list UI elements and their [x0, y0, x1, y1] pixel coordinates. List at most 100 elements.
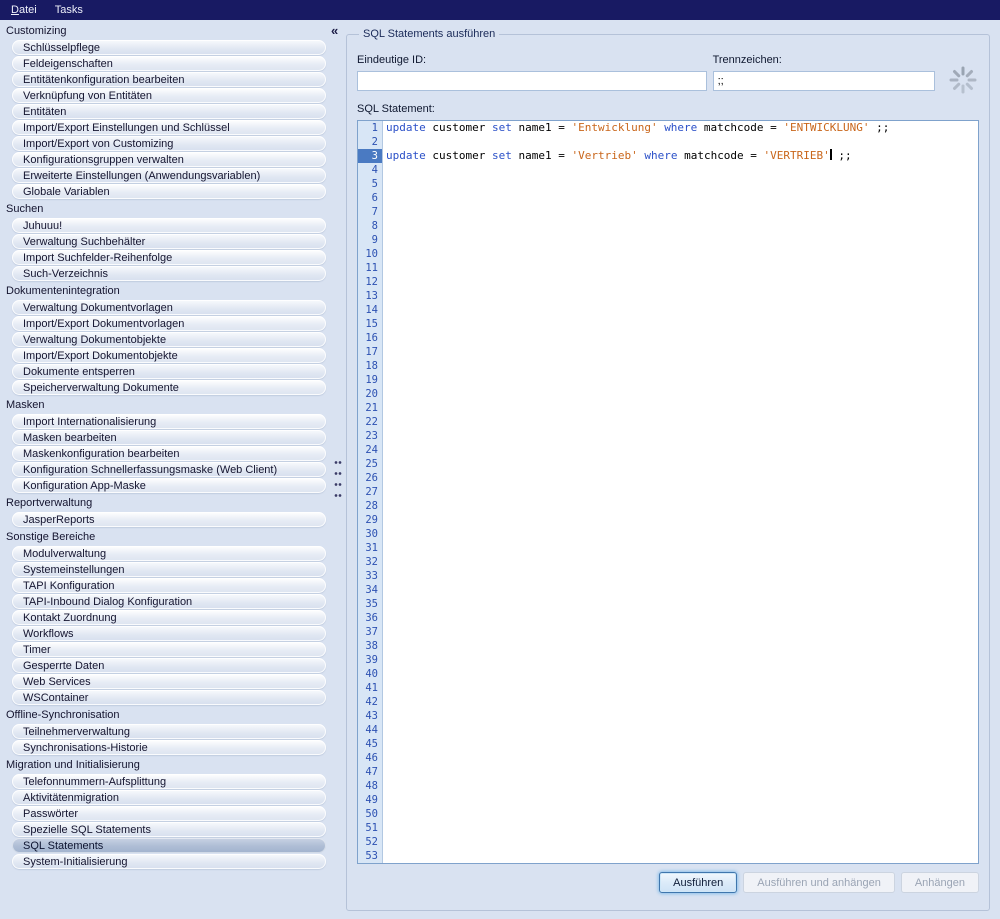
sidebar-item-label: Dokumente entsperren [23, 366, 135, 378]
groupbox-title: SQL Statements ausführen [359, 28, 499, 40]
sidebar-item[interactable]: WSContainer [12, 690, 326, 705]
separator-field: Trennzeichen: [713, 54, 935, 91]
sidebar-item[interactable]: Systemeinstellungen [12, 562, 326, 577]
code-line [386, 275, 978, 289]
sidebar-item-label: Entitäten [23, 106, 66, 118]
sidebar-item[interactable]: Modulverwaltung [12, 546, 326, 561]
sidebar-item[interactable]: Such-Verzeichnis [12, 266, 326, 281]
form-row: Eindeutige ID: Trennzeichen: [357, 54, 979, 91]
code-line [386, 485, 978, 499]
sidebar-item-label: Verwaltung Dokumentvorlagen [23, 302, 173, 314]
menubar: DateiTasks [0, 0, 1000, 20]
code-line [386, 317, 978, 331]
sidebar-item[interactable]: TAPI-Inbound Dialog Konfiguration [12, 594, 326, 609]
sidebar-item[interactable]: Entitäten [12, 104, 326, 119]
code-area[interactable]: update customer set name1 = 'Entwicklung… [383, 121, 978, 863]
sidebar-item[interactable]: Import/Export Dokumentvorlagen [12, 316, 326, 331]
line-number: 17 [358, 345, 382, 359]
code-line [386, 555, 978, 569]
collapse-sidebar-icon[interactable]: « [331, 24, 338, 37]
sidebar-item-label: Customizing [6, 25, 67, 37]
sidebar-item-label: JasperReports [23, 514, 95, 526]
sidebar-item[interactable]: Speicherverwaltung Dokumente [12, 380, 326, 395]
sidebar-item[interactable]: Import/Export Dokumentobjekte [12, 348, 326, 363]
separator-label: Trennzeichen: [713, 54, 935, 66]
line-number: 44 [358, 723, 382, 737]
separator-input[interactable] [713, 71, 935, 91]
sidebar-item[interactable]: Kontakt Zuordnung [12, 610, 326, 625]
sidebar-item[interactable]: Verknüpfung von Entitäten [12, 88, 326, 103]
sidebar-item[interactable]: TAPI Konfiguration [12, 578, 326, 593]
menu-item-datei[interactable]: Datei [2, 2, 46, 18]
code-line [386, 261, 978, 275]
sidebar-item-label: Import/Export Dokumentvorlagen [23, 318, 184, 330]
sidebar-item[interactable]: Import Suchfelder-Reihenfolge [12, 250, 326, 265]
code-line [386, 191, 978, 205]
sidebar-item[interactable]: Masken bearbeiten [12, 430, 326, 445]
sidebar-item[interactable]: Verwaltung Suchbehälter [12, 234, 326, 249]
code-line [386, 695, 978, 709]
line-number: 29 [358, 513, 382, 527]
unique-id-input[interactable] [357, 71, 707, 91]
append-button[interactable]: Anhängen [901, 872, 979, 893]
sidebar-item[interactable]: Timer [12, 642, 326, 657]
sidebar-item[interactable]: Passwörter [12, 806, 326, 821]
sidebar-item-label: Import Internationalisierung [23, 416, 156, 428]
sidebar-item[interactable]: Spezielle SQL Statements [12, 822, 326, 837]
sidebar-item-label: Spezielle SQL Statements [23, 824, 151, 836]
sidebar-item[interactable]: Teilnehmerverwaltung [12, 724, 326, 739]
sidebar-item[interactable]: Juhuuu! [12, 218, 326, 233]
sidebar-item[interactable]: System-Initialisierung [12, 854, 326, 869]
line-number: 48 [358, 779, 382, 793]
sidebar-item[interactable]: Web Services [12, 674, 326, 689]
sidebar-item-label: Verwaltung Dokumentobjekte [23, 334, 166, 346]
sidebar-splitter[interactable]: « [330, 20, 346, 919]
menu-item-tasks[interactable]: Tasks [46, 2, 92, 18]
execute-button[interactable]: Ausführen [659, 872, 737, 893]
line-number: 4 [358, 163, 382, 177]
sidebar-item[interactable]: Feldeigenschaften [12, 56, 326, 71]
sidebar-item[interactable]: Verwaltung Dokumentobjekte [12, 332, 326, 347]
sidebar-item[interactable]: SQL Statements [12, 838, 326, 853]
sidebar-item[interactable]: Aktivitätenmigration [12, 790, 326, 805]
line-number: 30 [358, 527, 382, 541]
sidebar-item[interactable]: Maskenkonfiguration bearbeiten [12, 446, 326, 461]
button-row: Ausführen Ausführen und anhängen Anhänge… [357, 872, 979, 893]
code-line: update customer set name1 = 'Vertrieb' w… [386, 149, 978, 163]
sidebar-item[interactable]: Import/Export von Customizing [12, 136, 326, 151]
line-number: 51 [358, 821, 382, 835]
sidebar-item[interactable]: Telefonnummern-Aufsplittung [12, 774, 326, 789]
sidebar-item[interactable]: Konfiguration Schnellerfassungsmaske (We… [12, 462, 326, 477]
sidebar-item-label: Passwörter [23, 808, 78, 820]
sidebar-item[interactable]: Konfigurationsgruppen verwalten [12, 152, 326, 167]
code-line [386, 429, 978, 443]
code-line [386, 653, 978, 667]
sidebar-item[interactable]: Import Internationalisierung [12, 414, 326, 429]
sidebar-item[interactable]: Entitätenkonfiguration bearbeiten [12, 72, 326, 87]
sidebar-item[interactable]: Verwaltung Dokumentvorlagen [12, 300, 326, 315]
execute-and-append-button[interactable]: Ausführen und anhängen [743, 872, 895, 893]
sidebar-item[interactable]: Gesperrte Daten [12, 658, 326, 673]
sidebar-item-label: Web Services [23, 676, 91, 688]
main-panel: SQL Statements ausführen Eindeutige ID: … [346, 20, 1000, 919]
sidebar-item[interactable]: Erweiterte Einstellungen (Anwendungsvari… [12, 168, 326, 183]
sidebar-item-label: Masken bearbeiten [23, 432, 117, 444]
sidebar-item[interactable]: Dokumente entsperren [12, 364, 326, 379]
code-line [386, 247, 978, 261]
sidebar-item[interactable]: JasperReports [12, 512, 326, 527]
sidebar-group-header: Dokumentenintegration [0, 282, 330, 299]
sql-editor: 1234567891011121314151617181920212223242… [357, 120, 979, 864]
sidebar-item-label: Sonstige Bereiche [6, 531, 95, 543]
sidebar-item[interactable]: Konfiguration App-Maske [12, 478, 326, 493]
sidebar-item[interactable]: Globale Variablen [12, 184, 326, 199]
sidebar-item[interactable]: Import/Export Einstellungen und Schlüsse… [12, 120, 326, 135]
line-number: 35 [358, 597, 382, 611]
sidebar-item[interactable]: Schlüsselpflege [12, 40, 326, 55]
code-line [386, 681, 978, 695]
sidebar-item[interactable]: Synchronisations-Historie [12, 740, 326, 755]
sidebar-group-header: Migration und Initialisierung [0, 756, 330, 773]
code-line [386, 835, 978, 849]
sidebar-item[interactable]: Workflows [12, 626, 326, 641]
code-line [386, 303, 978, 317]
splitter-grip-icon[interactable] [334, 455, 342, 499]
